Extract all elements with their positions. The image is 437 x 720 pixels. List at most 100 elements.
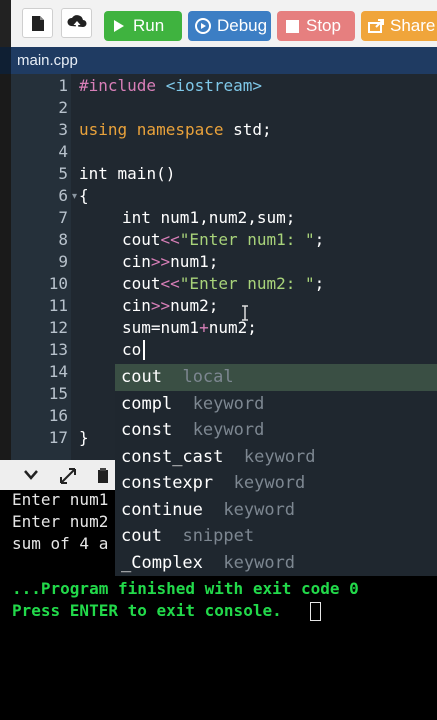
console-line: Enter num2 [12, 512, 109, 531]
completion-text: nst [141, 420, 173, 440]
ibeam-cursor-icon [242, 305, 248, 321]
code-line-11: cin>>num2; [122, 295, 218, 317]
autocomplete-item[interactable]: continue keyword [115, 497, 437, 524]
suggestion-kind: snippet [182, 526, 255, 546]
stop-button[interactable]: Stop [277, 11, 355, 41]
operator-token: << [160, 274, 180, 293]
operator-token: >> [150, 252, 171, 271]
using-keyword: using namespace [79, 120, 224, 139]
code-line-9: cin>>num1; [122, 251, 218, 273]
include-directive: #include [79, 76, 157, 95]
sidebar-edge [0, 74, 11, 460]
share-label: Share [390, 16, 436, 35]
suggestion-kind: local [182, 367, 234, 387]
run-label: Run [133, 16, 165, 35]
debug-label: Debug [217, 16, 268, 35]
autocomplete-item[interactable]: cout snippet [115, 523, 437, 550]
line-number: 13 [48, 340, 68, 359]
line-number: 17 [48, 428, 68, 447]
suggestion-kind: keyword [223, 499, 296, 520]
int-keyword: int [79, 164, 108, 183]
line-number: 10 [48, 274, 68, 293]
variable-token: num1; [170, 252, 219, 271]
line-number-gutter: 1 2 3 4 5 6 7 8 9 10 11 12 13 14 15 16 1… [11, 74, 77, 460]
match-text: co [121, 473, 142, 493]
expand-icon[interactable] [60, 468, 76, 484]
plus-operator: + [199, 318, 209, 337]
variable-declaration: num1,num2,sum; [150, 208, 296, 227]
line-number: 1 [58, 76, 68, 95]
cout-token: cout [122, 274, 161, 293]
fold-arrow-icon[interactable]: ▾ [72, 191, 77, 202]
line-number: 8 [58, 230, 68, 249]
autocomplete-item[interactable]: constexpr keyword [115, 470, 437, 497]
code-line-10: cout<<"Enter num2: "; [122, 273, 324, 295]
string-literal: "Enter num2: " [179, 274, 315, 293]
line-number: 5 [58, 164, 68, 183]
new-file-button[interactable] [22, 8, 53, 38]
include-header: <iostream> [165, 76, 263, 95]
autocomplete-item[interactable]: _Complex keyword [115, 550, 437, 577]
semicolon: ; [314, 274, 325, 293]
line-number: 3 [58, 120, 68, 139]
completion-text: ntinue [141, 499, 203, 520]
debug-button[interactable]: Debug [188, 11, 271, 41]
semicolon: ; [314, 230, 325, 249]
debug-icon [194, 18, 212, 34]
int-keyword: int [122, 208, 151, 227]
run-button[interactable]: Run [104, 11, 182, 41]
upload-icon [66, 15, 86, 30]
completion-text: ut [141, 367, 162, 387]
match-text: _Co [121, 552, 152, 573]
upload-button[interactable] [61, 8, 92, 38]
cin-token: cin [122, 296, 151, 315]
tab-main-cpp[interactable]: main.cpp [11, 47, 86, 74]
stop-icon [283, 19, 301, 33]
autocomplete-item[interactable]: const keyword [115, 417, 437, 444]
completion-text: nstexpr [141, 473, 214, 493]
tab-bar: main.cpp [0, 47, 437, 74]
assignment-right: num2; [208, 318, 257, 337]
share-button[interactable]: Share [361, 11, 437, 41]
suggestion-kind: keyword [192, 420, 265, 440]
cout-token: cout [122, 230, 161, 249]
suggestion-kind: keyword [192, 393, 265, 414]
line-number: 12 [48, 318, 68, 337]
text-cursor [143, 340, 145, 360]
string-literal: "Enter num1: " [179, 230, 315, 249]
code-line-17: } [79, 428, 89, 447]
std-text: std; [223, 120, 272, 139]
autocomplete-item[interactable]: compl keyword [115, 391, 437, 418]
press-enter-message: Press ENTER to exit console. [12, 601, 282, 620]
code-line-13: co [122, 340, 142, 359]
suggestion-kind: keyword [243, 446, 316, 467]
code-line-7: int num1,num2,sum; [122, 207, 295, 229]
code-line-1: #include <iostream> [79, 75, 262, 97]
line-number: 7 [58, 208, 68, 227]
match-text: co [121, 526, 142, 546]
autocomplete-item[interactable]: const_cast keyword [115, 444, 437, 471]
code-line-12: sum=num1+num2; [122, 317, 257, 339]
suggestion-kind: keyword [233, 473, 306, 493]
line-number: 16 [48, 406, 68, 425]
assignment-left: sum=num1 [122, 318, 200, 337]
chevron-down-icon[interactable] [24, 470, 38, 480]
completion-text: mpl [141, 393, 173, 414]
sidebar-edge [0, 0, 11, 47]
line-number: 4 [58, 142, 68, 161]
toolbar: Run Debug Stop Share [0, 0, 437, 47]
completion-text: ut [141, 526, 162, 546]
play-icon [110, 19, 128, 33]
autocomplete-item[interactable]: cout local [115, 364, 437, 391]
autocomplete-popup[interactable]: cout local compl keyword const keyword c… [115, 364, 437, 576]
share-icon [367, 19, 385, 33]
completion-text: mplex [151, 552, 203, 573]
console-line: sum of 4 a [12, 534, 109, 553]
stop-label: Stop [306, 16, 341, 35]
sidebar-edge [0, 47, 11, 74]
match-text: co [121, 393, 142, 414]
operator-token: << [160, 230, 180, 249]
copy-icon[interactable] [97, 467, 110, 484]
main-signature: main() [107, 164, 176, 183]
match-text: co [121, 367, 142, 387]
